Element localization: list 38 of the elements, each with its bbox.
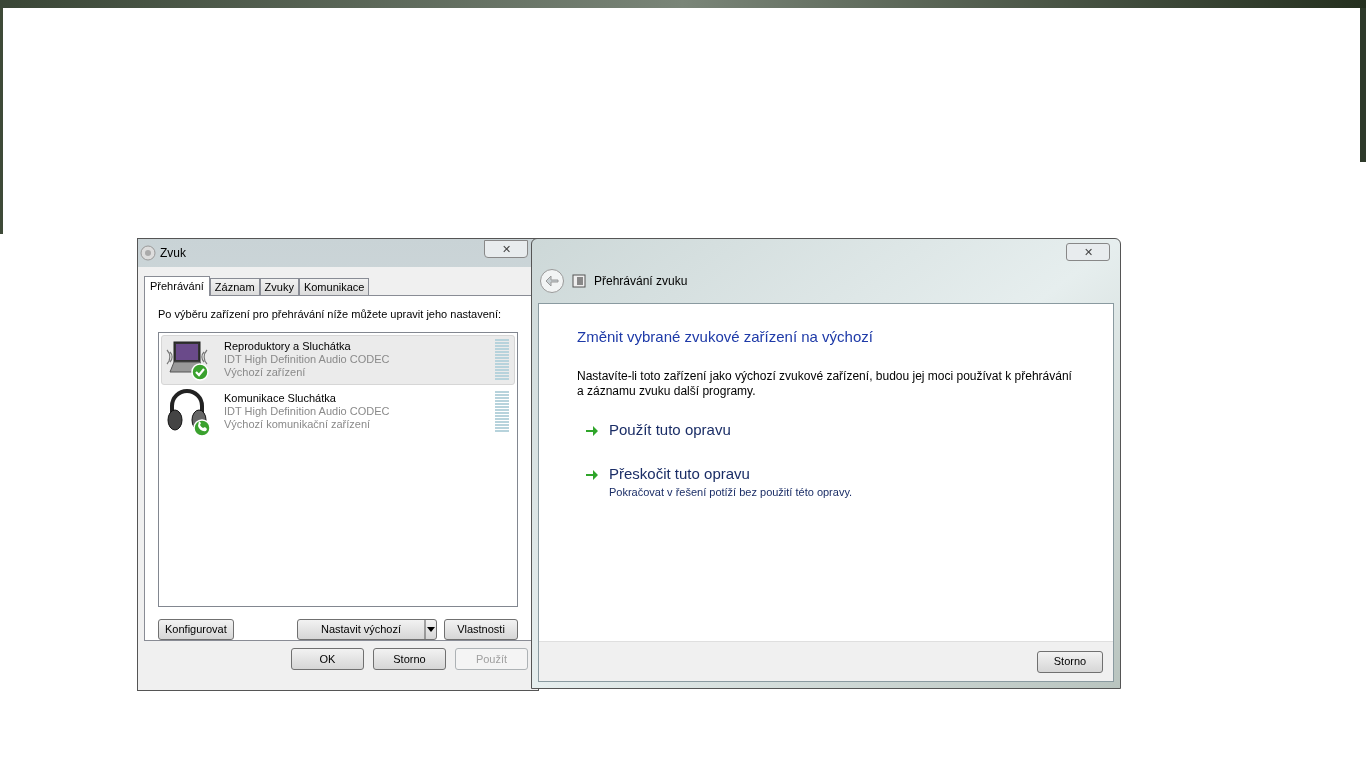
device-name: Reproduktory a Sluchátka bbox=[224, 340, 352, 353]
dialog-button[interactable]: Storno bbox=[373, 648, 446, 670]
device-status: Výchozí komunikační zařízení bbox=[224, 418, 372, 431]
caret-icon bbox=[424, 620, 436, 639]
device-item[interactable]: Reproduktory a Sluchátka IDT High Definition Audio CODEC Výchozí zařízení bbox=[161, 334, 515, 385]
option-title: Přeskočit tuto opravu bbox=[609, 464, 751, 483]
device-driver: IDT High Definition Audio CODEC bbox=[224, 353, 391, 366]
document-icon bbox=[572, 274, 586, 288]
back-arrow-icon bbox=[545, 275, 559, 287]
page-heading: Změnit vybrané zvukové zařízení na výchozí bbox=[577, 327, 874, 347]
arrow-icon bbox=[585, 468, 599, 481]
headphones-icon bbox=[164, 387, 210, 436]
device-name: Komunikace Sluchátka bbox=[224, 392, 337, 405]
arrow-icon bbox=[585, 424, 599, 437]
tab[interactable]: Přehrávání bbox=[144, 276, 210, 296]
dialog-button[interactable]: OK bbox=[291, 648, 364, 670]
tab[interactable]: Záznam bbox=[209, 278, 260, 295]
close-button[interactable]: ✕ bbox=[1066, 243, 1110, 261]
configure-button[interactable]: Konfigurovat bbox=[158, 619, 234, 640]
tab[interactable]: Zvuky bbox=[259, 278, 299, 295]
window-title: Zvuk bbox=[160, 245, 186, 262]
option-link[interactable]: Přeskočit tuto opravu Pokračovat v řešení potíží bez použití této opravy. bbox=[585, 464, 1075, 500]
option-link[interactable]: Použít tuto opravu bbox=[585, 420, 1075, 439]
close-button[interactable]: ✕ bbox=[484, 240, 528, 258]
device-status: Výchozí zařízení bbox=[224, 366, 307, 379]
option-description: Pokračovat v řešení potíží bez použití této opravy. bbox=[609, 484, 853, 500]
level-meter-icon bbox=[495, 391, 509, 432]
device-driver: IDT High Definition Audio CODEC bbox=[224, 405, 391, 418]
level-meter-icon bbox=[495, 339, 509, 380]
instruction-text: Po výběru zařízení pro přehrávání níže můžete upravit jeho nastavení: bbox=[158, 307, 503, 322]
back-button[interactable] bbox=[540, 269, 564, 293]
window-title: Přehrávání zvuku bbox=[594, 273, 688, 290]
set-default-button[interactable]: Nastavit výchozí bbox=[297, 619, 437, 640]
cancel-button[interactable]: Storno bbox=[1037, 650, 1103, 673]
properties-button[interactable]: Vlastnosti bbox=[444, 619, 518, 640]
option-title: Použít tuto opravu bbox=[609, 420, 731, 439]
description-text: Nastavíte-li toto zařízení jako výchozí zvukové zařízení, budou jej moci používat k přehrávání a záznamu zvuku další programy. bbox=[577, 368, 1073, 399]
tab[interactable]: Komunikace bbox=[298, 278, 370, 295]
